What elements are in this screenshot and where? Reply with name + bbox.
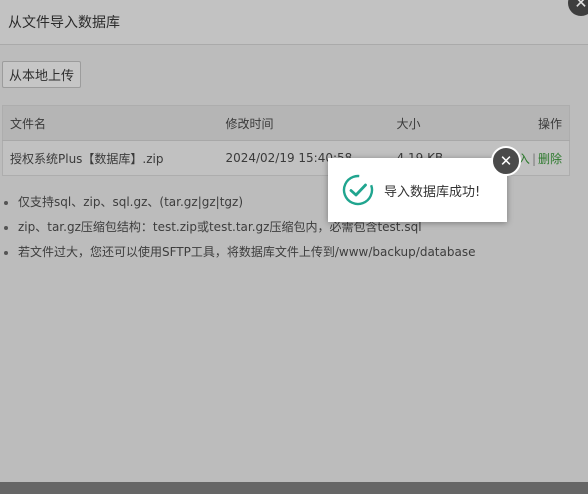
tip-item: 若文件过大，您还可以使用SFTP工具，将数据库文件上传到/www/backup/… — [18, 243, 475, 268]
upload-local-button[interactable]: 从本地上传 — [2, 61, 81, 88]
column-header-actions: 操作 — [537, 116, 562, 131]
dialog-header: 从文件导入数据库 — [0, 0, 588, 45]
column-header-size: 大小 — [396, 116, 421, 131]
delete-link[interactable]: 删除 — [538, 152, 562, 166]
toast-message: 导入数据库成功! — [384, 185, 481, 200]
column-header-modified-time: 修改时间 — [225, 116, 274, 131]
toast-close-icon[interactable]: ✕ — [491, 146, 521, 176]
dialog-title: 从文件导入数据库 — [8, 15, 120, 31]
dialog-bottom-edge — [0, 482, 588, 494]
table-header-row: 文件名 修改时间 大小 操作 — [2, 105, 570, 141]
success-check-icon — [342, 174, 374, 206]
file-name-cell: 授权系统Plus【数据库】.zip — [10, 151, 164, 166]
action-separator: | — [531, 151, 536, 166]
import-database-dialog: 从文件导入数据库 从本地上传 文件名 修改时间 大小 操作 授权系统Plus【数… — [0, 0, 588, 482]
success-toast: 导入数据库成功! — [328, 158, 507, 222]
column-header-filename: 文件名 — [10, 116, 47, 131]
